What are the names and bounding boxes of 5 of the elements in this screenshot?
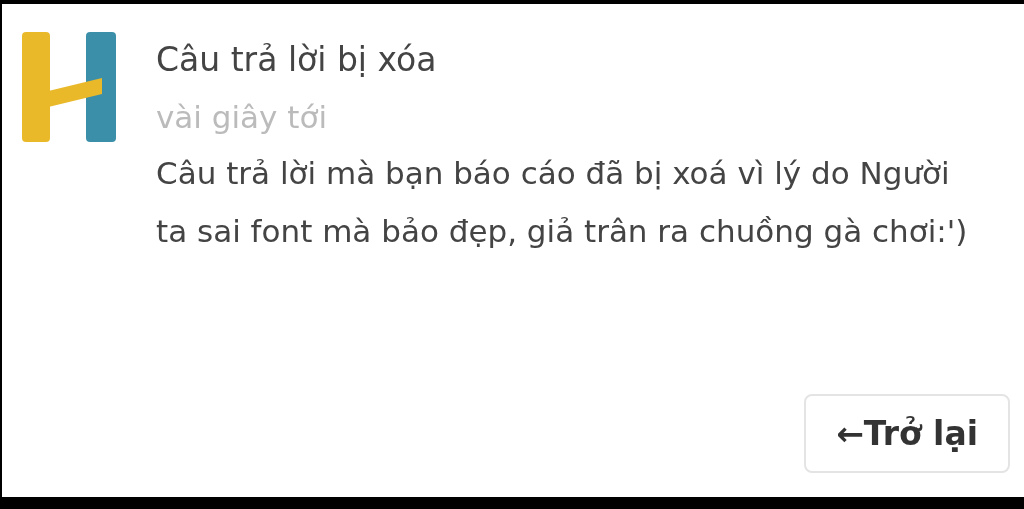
notification-message: Câu trả lời mà bạn báo cáo đã bị xoá vì lý do Người ta sai font mà bảo đẹp, giả trân ra chuồng gà chơi:') bbox=[156, 154, 969, 251]
notification-title: Câu trả lời bị xóa bbox=[156, 39, 438, 81]
logo-icon bbox=[22, 32, 116, 144]
timestamp: vài giây tới bbox=[156, 98, 329, 137]
back-button[interactable]: ←Trở lại bbox=[804, 394, 1010, 473]
